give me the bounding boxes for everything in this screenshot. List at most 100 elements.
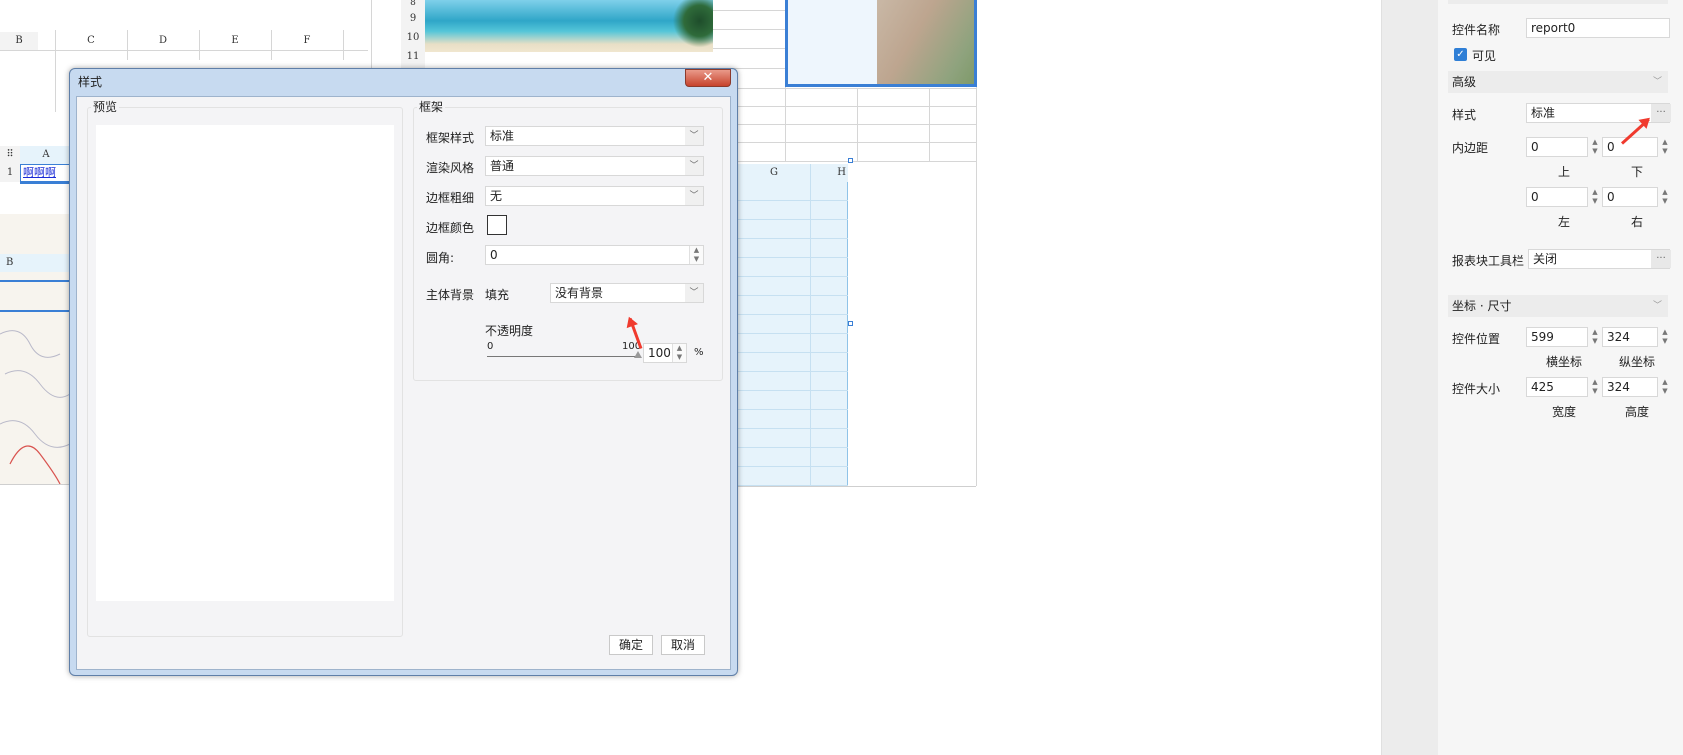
- mini-row-1: 1: [0, 164, 20, 182]
- position-y-caption: 纵坐标: [1618, 355, 1655, 369]
- column-header-f: F: [271, 32, 343, 50]
- padding-top-caption: 上: [1557, 165, 1570, 179]
- close-button[interactable]: ✕: [685, 69, 731, 87]
- chevron-down-icon: ﹀: [1652, 77, 1662, 87]
- advanced-section-header[interactable]: 高级 ﹀: [1448, 71, 1668, 93]
- opacity-unit: %: [694, 347, 704, 358]
- row-number-11: 11: [401, 48, 425, 66]
- render-style-value: 普通: [490, 159, 515, 173]
- mini-column-a: A: [20, 146, 72, 164]
- chevron-down-icon: ﹀: [685, 284, 703, 302]
- report-rows: [738, 182, 848, 486]
- corner-radius-input[interactable]: 0 ▲ ▼: [485, 245, 704, 265]
- preview-canvas: [96, 125, 394, 601]
- position-y-input[interactable]: 324: [1602, 327, 1658, 347]
- coord-section-header[interactable]: 坐标 · 尺寸 ﹀: [1448, 295, 1668, 317]
- spinner-arrows-icon[interactable]: ▲ ▼: [1588, 378, 1602, 396]
- render-style-select[interactable]: 普通 ﹀: [485, 156, 704, 176]
- dialog-title: 样式: [78, 75, 103, 89]
- spinner-arrows-icon[interactable]: ▲ ▼: [1588, 328, 1602, 346]
- fill-label: 填充: [485, 288, 510, 302]
- style-dialog: 样式 ✕ 预览 框架 框架样式 标准 ﹀ 渲染风格 普通 ﹀ 边框粗细 无 ﹀ …: [69, 68, 738, 676]
- padding-bottom-input[interactable]: 0: [1602, 137, 1658, 157]
- padding-bottom-caption: 下: [1630, 165, 1643, 179]
- style-label: 样式: [1452, 108, 1477, 122]
- position-label: 控件位置: [1452, 332, 1501, 346]
- chevron-down-icon: ﹀: [1652, 301, 1662, 311]
- opacity-input[interactable]: 100 ▲ ▼: [643, 343, 687, 363]
- opacity-slider-track[interactable]: [487, 356, 637, 357]
- spinner-arrows-icon[interactable]: ▲ ▼: [1658, 328, 1672, 346]
- spinner-arrows-icon[interactable]: ▲ ▼: [672, 344, 686, 362]
- panel-top-section: [1448, 0, 1668, 4]
- advanced-header-label: 高级: [1452, 75, 1477, 89]
- opacity-value: 100: [648, 346, 671, 360]
- preview-label: 预览: [91, 98, 120, 115]
- map-widget: B: [0, 214, 72, 484]
- spinner-arrows-icon[interactable]: ▲ ▼: [1658, 378, 1672, 396]
- padding-top-input[interactable]: 0: [1526, 137, 1588, 157]
- fill-select[interactable]: 没有背景 ﹀: [550, 283, 704, 303]
- toolbar-ellipsis-button[interactable]: ···: [1651, 250, 1671, 268]
- column-header-b: B: [0, 32, 38, 50]
- border-width-select[interactable]: 无 ﹀: [485, 186, 704, 206]
- opacity-slider-thumb[interactable]: [634, 351, 642, 358]
- fill-value: 没有背景: [555, 286, 604, 300]
- spinner-arrows-icon[interactable]: ▲ ▼: [1588, 138, 1602, 156]
- height-input[interactable]: 324: [1602, 377, 1658, 397]
- palm-leaves: [668, 0, 713, 52]
- mini-cell-a1[interactable]: 啊啊啊: [20, 164, 72, 182]
- corner-radius-value: 0: [490, 248, 498, 262]
- spinner-arrows-icon[interactable]: ▲ ▼: [1658, 188, 1672, 206]
- style-ellipsis-button[interactable]: ···: [1651, 104, 1671, 122]
- row-number-10: 10: [401, 29, 425, 47]
- mini-sheet: ⠿ A 1 啊啊啊: [0, 146, 72, 186]
- frame-style-value: 标准: [490, 129, 515, 143]
- padding-right-input[interactable]: 0: [1602, 187, 1658, 207]
- column-header-g: G: [738, 164, 810, 182]
- resize-handle-right[interactable]: [848, 321, 853, 326]
- spinner-arrows-icon[interactable]: ▲ ▼: [1588, 188, 1602, 206]
- chevron-down-icon: ﹀: [685, 127, 703, 145]
- cancel-button[interactable]: 取消: [661, 635, 705, 655]
- border-color-swatch[interactable]: [487, 215, 507, 235]
- column-header-c: C: [55, 32, 127, 50]
- ok-button[interactable]: 确定: [609, 635, 653, 655]
- render-style-label: 渲染风格: [426, 161, 475, 175]
- spinner-arrows-icon[interactable]: ▲ ▼: [1658, 138, 1672, 156]
- padding-left-caption: 左: [1557, 215, 1570, 229]
- visible-checkbox[interactable]: ✓: [1454, 48, 1467, 61]
- width-caption: 宽度: [1551, 405, 1576, 419]
- slider-min-label: 0: [487, 341, 494, 352]
- spinner-arrows-icon[interactable]: ▲ ▼: [689, 246, 703, 264]
- column-header-h: H: [810, 164, 848, 182]
- padding-right-caption: 右: [1630, 215, 1643, 229]
- border-width-value: 无: [490, 189, 503, 203]
- coord-header-label: 坐标 · 尺寸: [1452, 299, 1512, 313]
- dialog-body: 预览 框架 框架样式 标准 ﹀ 渲染风格 普通 ﹀ 边框粗细 无 ﹀ 边框颜色 …: [76, 96, 731, 670]
- chevron-down-icon: ﹀: [685, 157, 703, 175]
- widget-name-input[interactable]: report0: [1526, 18, 1670, 38]
- toolbar-input[interactable]: 关闭: [1528, 249, 1670, 269]
- visible-label: 可见: [1472, 49, 1497, 63]
- resize-handle-top[interactable]: [848, 158, 853, 163]
- map-column-b: B: [0, 254, 72, 272]
- height-caption: 高度: [1624, 405, 1649, 419]
- position-x-input[interactable]: 599: [1526, 327, 1588, 347]
- mini-corner-grip: ⠿: [0, 146, 20, 164]
- size-label: 控件大小: [1452, 382, 1501, 396]
- padding-label: 内边距: [1452, 141, 1489, 155]
- frame-group: [413, 107, 723, 381]
- opacity-label: 不透明度: [485, 324, 534, 338]
- padding-left-input[interactable]: 0: [1526, 187, 1588, 207]
- row-number-9: 9: [401, 10, 425, 28]
- column-header-e: E: [199, 32, 271, 50]
- panel-gutter: [1381, 0, 1438, 755]
- body-background-label: 主体背景: [426, 288, 475, 302]
- border-color-label: 边框颜色: [426, 221, 475, 235]
- row-number-8: 8: [401, 0, 425, 6]
- width-input[interactable]: 425: [1526, 377, 1588, 397]
- map-outline: [0, 330, 71, 484]
- column-header-d: D: [127, 32, 199, 50]
- frame-style-select[interactable]: 标准 ﹀: [485, 126, 704, 146]
